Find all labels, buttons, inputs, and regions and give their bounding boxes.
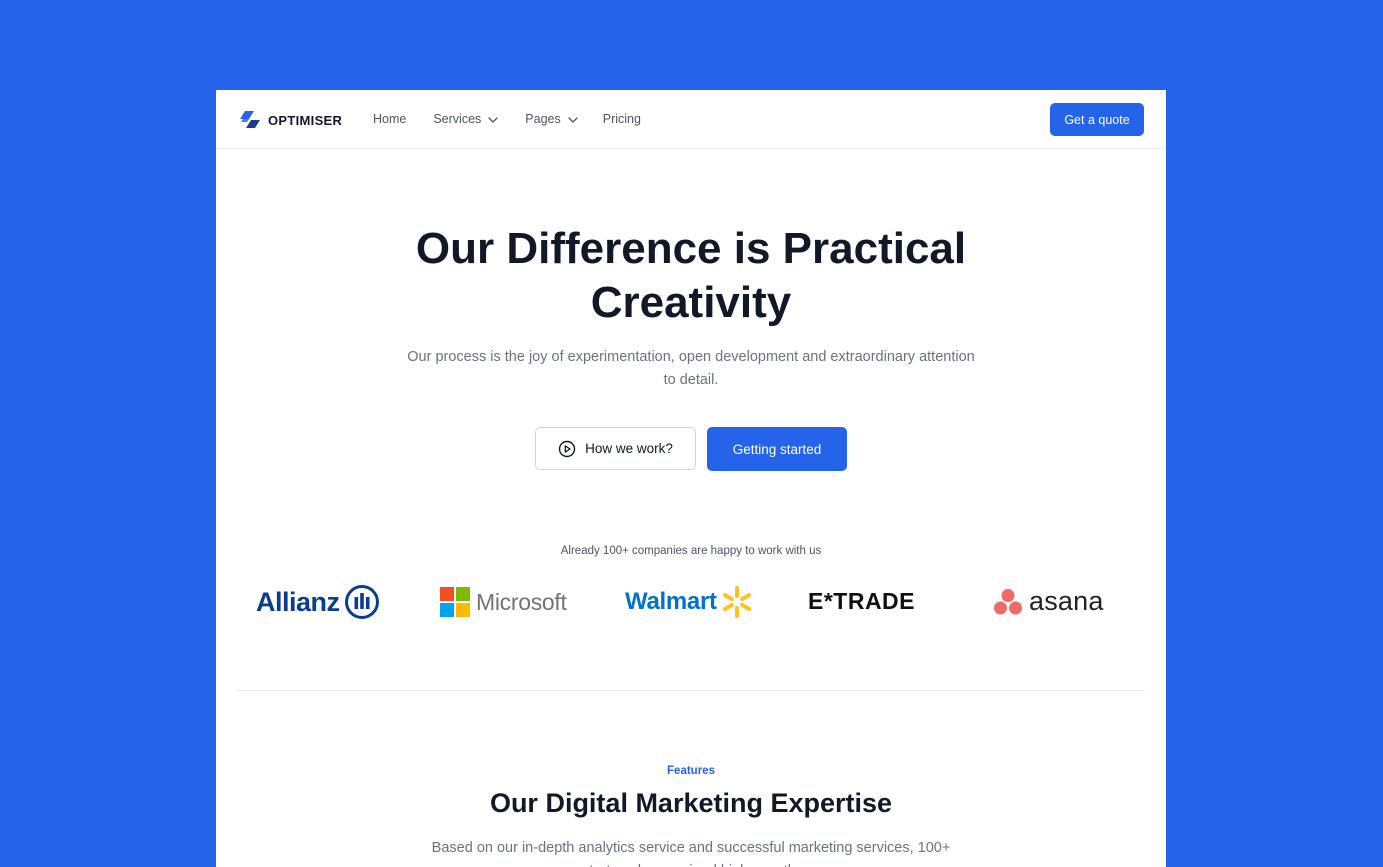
getting-started-button[interactable]: Getting started: [707, 427, 847, 471]
asana-dots-icon: [994, 588, 1022, 614]
main-menu: Home Services Pages Pricing: [373, 112, 668, 126]
etrade-wordmark: E*TRADE: [808, 588, 916, 614]
brand-link[interactable]: OPTIMISER: [238, 111, 342, 129]
play-circle-icon: [558, 440, 576, 457]
microsoft-wordmark: Microsoft: [476, 588, 567, 615]
features-title: Our Digital Marketing Expertise: [489, 788, 893, 818]
how-we-work-label: How we work?: [585, 441, 673, 456]
brand-name: OPTIMISER: [268, 112, 343, 128]
hero-title-line: Creativity: [590, 278, 792, 327]
walmart-logo: Walmart: [625, 585, 754, 619]
section-divider: [237, 690, 1145, 691]
nav-item-pages[interactable]: Pages: [525, 112, 578, 126]
features-subtitle: Based on our in-depth analytics service …: [431, 840, 951, 867]
nav-item-pricing[interactable]: Pricing: [603, 112, 641, 126]
allianz-logo: Allianz: [256, 584, 380, 620]
chevron-down-icon: [488, 112, 498, 126]
allianz-emblem-icon: [344, 585, 379, 619]
companies-caption: Already 100+ companies are happy to work…: [560, 545, 822, 557]
page-frame: OPTIMISER Home Services Pages Pricing Ge…: [216, 90, 1166, 867]
get-a-quote-button[interactable]: Get a quote: [1050, 103, 1144, 136]
features-eyebrow: Features: [667, 765, 715, 777]
optimiser-logo-icon: [240, 111, 260, 128]
microsoft-logo: Microsoft: [440, 587, 567, 617]
etrade-logo: E*TRADE: [808, 588, 915, 615]
allianz-wordmark: Allianz: [256, 586, 340, 617]
nav-item-label: Home: [373, 112, 407, 126]
hero-title: Our Difference is Practical Creativity: [216, 222, 1166, 330]
nav-item-services[interactable]: Services: [433, 112, 498, 126]
walmart-spark-icon: [722, 586, 751, 618]
hero-title-line: Our Difference is Practical: [415, 224, 967, 273]
microsoft-squares-icon: [440, 587, 470, 617]
how-we-work-button[interactable]: How we work?: [535, 427, 696, 470]
asana-logo: asana: [993, 586, 1104, 617]
chevron-down-icon: [568, 112, 578, 126]
asana-wordmark: asana: [1029, 586, 1104, 616]
top-navbar: OPTIMISER Home Services Pages Pricing Ge…: [216, 90, 1166, 149]
nav-item-home[interactable]: Home: [373, 112, 406, 126]
hero-subtitle: Our process is the joy of experimentatio…: [407, 349, 975, 388]
nav-item-label: Pricing: [602, 112, 641, 126]
walmart-wordmark: Walmart: [625, 588, 717, 615]
nav-item-label: Services: [433, 112, 482, 126]
nav-item-label: Pages: [525, 112, 561, 126]
